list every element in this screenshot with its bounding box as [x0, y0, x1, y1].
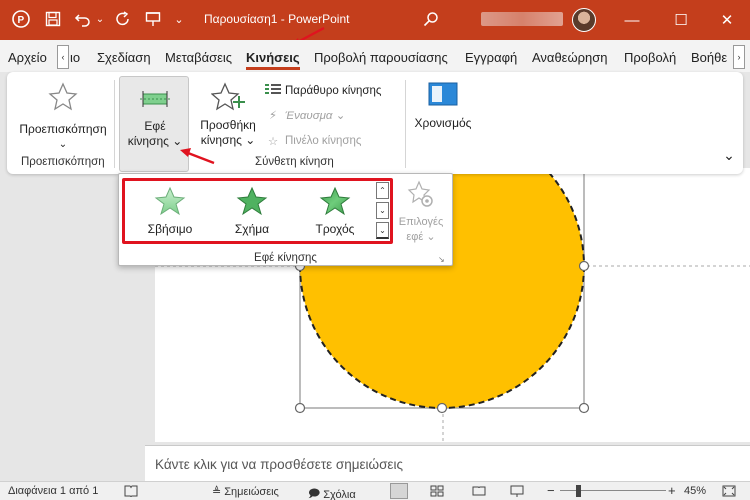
trigger-label: Έναυσμα ⌄ [285, 110, 346, 122]
zoom-out-button[interactable]: − [547, 483, 555, 498]
composite-group-label: Σύνθετη κίνηση [255, 156, 334, 168]
undo-dropdown-icon[interactable]: ⌄ [94, 8, 106, 30]
comments-button[interactable]: 🗩 Σχόλια [308, 485, 356, 500]
comments-button-label: Σχόλια [323, 488, 356, 500]
timing-button[interactable]: Χρονισμός [411, 82, 475, 131]
present-from-start-icon[interactable] [142, 8, 164, 30]
notes-icon: ≜ [212, 486, 222, 498]
motion-brush-icon: ☆ [267, 136, 279, 148]
motion-path-icon [140, 91, 170, 107]
wheel-star-icon [319, 186, 351, 216]
tab-design[interactable]: Σχεδίαση [97, 40, 151, 72]
effect-options-label-2: εφέ ⌄ [406, 231, 436, 243]
preview-label: Προεπισκόπηση [19, 122, 107, 136]
preview-button[interactable]: Προεπισκόπηση ⌄ [17, 82, 109, 152]
effect-wheel-label: Τροχός [315, 222, 355, 236]
timing-icon [428, 82, 458, 106]
notes-pane[interactable]: Κάντε κλικ για να προσθέσετε σημειώσεις [145, 445, 750, 481]
tab-scroll-left[interactable]: ‹ [57, 45, 69, 69]
maximize-button[interactable]: ☐ [666, 8, 696, 32]
effect-options-button[interactable]: Επιλογές εφέ ⌄ [395, 180, 447, 245]
zoom-in-button[interactable]: + [668, 483, 676, 498]
add-motion-button[interactable]: Προσθήκη κίνησης ⌄ [195, 82, 261, 148]
fit-to-window-icon[interactable] [722, 485, 736, 500]
zoom-level[interactable]: 45% [684, 485, 706, 497]
tab-record[interactable]: Εγγραφή [465, 40, 517, 72]
gallery-scroll-up[interactable]: ⌃ [376, 182, 389, 199]
tab-help[interactable]: Βοήθε [691, 40, 727, 72]
reading-view-icon[interactable] [472, 485, 486, 500]
add-motion-label-1: Προσθήκη [200, 118, 256, 132]
effect-shape[interactable]: Σχήμα [212, 186, 292, 236]
comment-icon: 🗩 [308, 488, 321, 500]
trigger-button[interactable]: ⚡ Έναυσμα ⌄ [265, 108, 345, 122]
shape-star-icon [236, 186, 268, 216]
title-bar: P ⌄ ⌄ Παρουσίαση1 - PowerPoint — ☐ ✕ [0, 0, 750, 40]
notes-placeholder: Κάντε κλικ για να προσθέσετε σημειώσεις [155, 457, 403, 472]
gallery-more[interactable]: ⌄ [376, 222, 389, 239]
preview-chevron: ⌄ [58, 139, 68, 150]
tab-home-partial[interactable]: ιο [70, 40, 80, 72]
motion-pane-label: Παράθυρο κίνησης [285, 84, 382, 97]
dialog-launcher-icon[interactable]: ↘ [438, 255, 448, 265]
tab-slide-show[interactable]: Προβολή παρουσίασης [314, 40, 448, 72]
redo-icon[interactable] [112, 8, 134, 30]
slideshow-view-icon[interactable] [510, 485, 524, 500]
tab-scroll-right[interactable]: › [733, 45, 745, 69]
tab-view[interactable]: Προβολή [624, 40, 676, 72]
tab-review[interactable]: Αναθεώρηση [532, 40, 608, 72]
group-divider [114, 80, 115, 168]
notes-button[interactable]: ≜ Σημειώσεις [212, 485, 279, 499]
effect-options-icon [407, 180, 433, 207]
tab-animations[interactable]: Κινήσεις [246, 40, 300, 72]
motion-pane-button[interactable]: Παράθυρο κίνησης [265, 83, 381, 98]
tab-transitions[interactable]: Μεταβάσεις [165, 40, 232, 72]
tab-file[interactable]: Αρχείο [8, 40, 47, 72]
gallery-scroll-down[interactable]: ⌄ [376, 202, 389, 219]
trigger-icon: ⚡ [268, 110, 278, 122]
customize-qat-icon[interactable]: ⌄ [172, 8, 186, 30]
undo-icon[interactable] [72, 8, 94, 30]
effect-fade[interactable]: Σβήσιμο [130, 186, 210, 236]
normal-view-icon[interactable] [390, 483, 408, 499]
accessibility-icon[interactable] [124, 485, 138, 500]
powerpoint-logo: P [10, 8, 32, 30]
search-icon[interactable] [420, 8, 442, 30]
fade-star-icon [154, 186, 186, 216]
svg-text:P: P [18, 15, 25, 26]
status-bar: Διαφάνεια 1 από 1 ≜ Σημειώσεις 🗩 Σχόλια … [0, 481, 750, 500]
slide-sorter-icon[interactable] [430, 485, 444, 500]
slide-counter: Διαφάνεια 1 από 1 [8, 485, 99, 497]
motion-pane-icon [265, 83, 281, 98]
gallery-footer-label: Εφέ κίνησης [254, 252, 317, 264]
avatar[interactable] [572, 8, 596, 32]
ribbon-panel: Προεπισκόπηση ⌄ Προεπισκόπηση Εφέ κίνηση… [7, 72, 743, 174]
close-button[interactable]: ✕ [712, 8, 742, 32]
add-motion-star-icon [210, 82, 245, 111]
zoom-slider-thumb[interactable] [576, 485, 581, 497]
minimize-button[interactable]: — [617, 8, 647, 32]
effect-options-label-1: Επιλογές [398, 216, 444, 228]
preview-star-icon [48, 82, 78, 111]
motion-brush-label: Πινέλο κίνησης [285, 135, 362, 147]
save-icon[interactable] [42, 8, 64, 30]
effect-wheel[interactable]: Τροχός [295, 186, 375, 236]
collapse-ribbon-button[interactable]: ⌄ [721, 148, 737, 163]
motion-brush-button[interactable]: ☆ Πινέλο κίνησης [265, 134, 362, 148]
user-name [481, 12, 563, 26]
motion-effects-label-1: Εφέ [144, 119, 166, 133]
ribbon-tabs: Αρχείο ιο Σχεδίαση Μεταβάσεις Κινήσεις Π… [0, 40, 750, 72]
effect-shape-label: Σχήμα [234, 222, 270, 236]
notes-button-label: Σημειώσεις [224, 485, 279, 498]
effect-fade-label: Σβήσιμο [147, 222, 193, 236]
preview-group-label: Προεπισκόπηση [21, 156, 105, 168]
annotation-arrow-effects [180, 148, 215, 165]
timing-label: Χρονισμός [414, 116, 472, 130]
group-divider [405, 80, 406, 168]
